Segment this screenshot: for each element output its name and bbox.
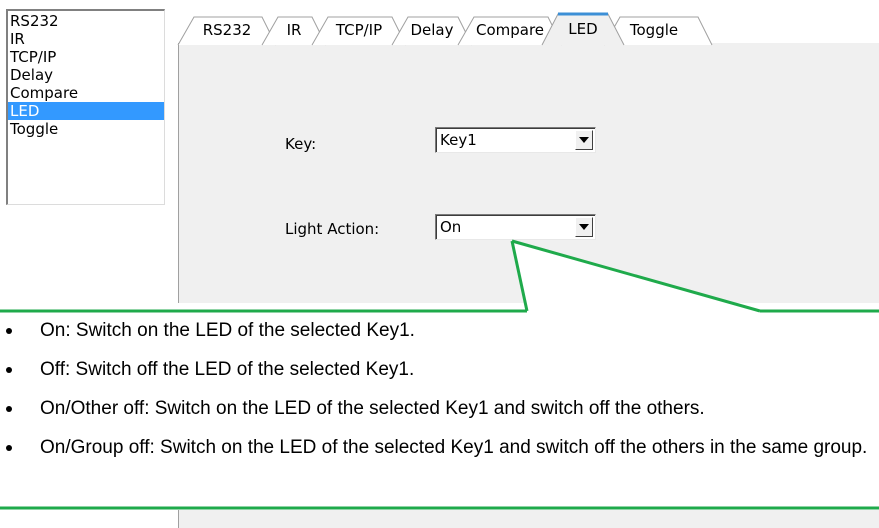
bullet-icon <box>6 328 12 334</box>
chevron-down-icon <box>579 137 589 143</box>
light-action-dropdown-button[interactable] <box>575 217 593 237</box>
key-dropdown-value: Key1 <box>440 131 477 149</box>
bullet-icon <box>6 445 12 451</box>
bullet-text: On: Switch on the LED of the selected Ke… <box>40 320 415 341</box>
command-item-rs232[interactable]: RS232 <box>8 12 164 30</box>
tab-panel-lower <box>178 510 879 528</box>
bullet-icon <box>6 406 12 412</box>
bullet-text: Off: Switch off the LED of the selected … <box>40 359 415 380</box>
command-list[interactable]: RS232 IR TCP/IP Delay Compare LED Toggle <box>6 9 165 205</box>
light-action-descriptions: On: Switch on the LED of the selected Ke… <box>0 318 879 474</box>
bullet-text: On/Other off: Switch on the LED of the s… <box>40 398 705 419</box>
key-dropdown[interactable]: Key1 <box>435 127 596 153</box>
light-action-dropdown-value: On <box>440 218 462 236</box>
tab-strip: RS232 IR TCP/IP Delay Compare Toggle LED <box>177 11 879 46</box>
command-item-led[interactable]: LED <box>8 102 164 120</box>
command-item-ir[interactable]: IR <box>8 30 164 48</box>
key-dropdown-button[interactable] <box>575 130 593 150</box>
light-action-label: Light Action: <box>285 220 380 238</box>
bullet-item: On/Other off: Switch on the LED of the s… <box>0 396 879 421</box>
tab-panel-led: Key: Key1 Light Action: On <box>178 43 879 303</box>
command-item-tcpip[interactable]: TCP/IP <box>8 48 164 66</box>
bullet-text: On/Group off: Switch on the LED of the s… <box>40 437 868 458</box>
bullet-icon <box>6 367 12 373</box>
key-label: Key: <box>285 135 317 153</box>
tab-led[interactable]: LED <box>541 11 625 46</box>
command-item-delay[interactable]: Delay <box>8 66 164 84</box>
bullet-item: On/Group off: Switch on the LED of the s… <box>0 435 879 460</box>
bullet-item: On: Switch on the LED of the selected Ke… <box>0 318 879 343</box>
chevron-down-icon <box>579 224 589 230</box>
command-item-toggle[interactable]: Toggle <box>8 120 164 138</box>
light-action-dropdown[interactable]: On <box>435 214 596 240</box>
command-item-compare[interactable]: Compare <box>8 84 164 102</box>
tab-label: LED <box>568 20 598 38</box>
bullet-item: Off: Switch off the LED of the selected … <box>0 357 879 382</box>
